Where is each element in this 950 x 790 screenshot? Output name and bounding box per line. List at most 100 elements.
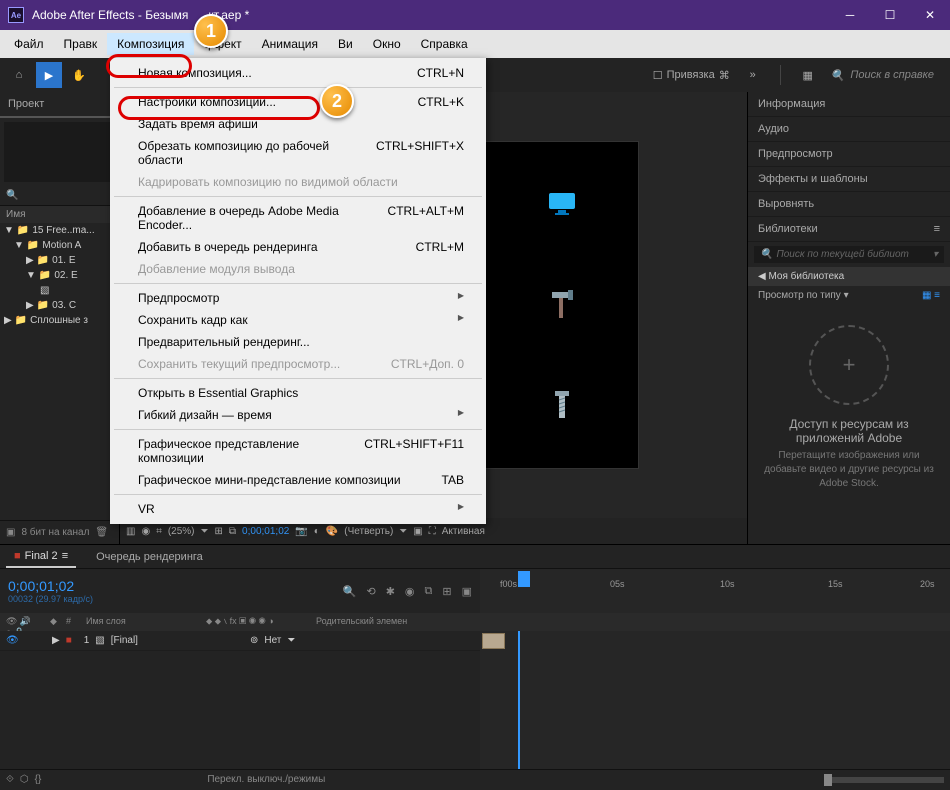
timeline-ruler[interactable]: f00s 05s 10s 15s 20s [480,569,950,591]
comp-layer-icon: ▧ [95,635,104,646]
bpc-button[interactable]: 8 бит на канал [21,527,89,538]
workspace-icon[interactable]: ▦ [795,62,821,88]
hand-tool[interactable]: ✋ [66,62,92,88]
playhead-line[interactable] [518,631,520,769]
menu-item[interactable]: Предпросмотр [110,287,486,309]
add-icon: + [809,325,889,405]
layer-clip[interactable] [482,633,505,649]
tl-icon[interactable]: ⟲ [366,585,375,598]
timeline-tab-render[interactable]: Очередь рендеринга [88,547,211,567]
library-dropzone[interactable]: + Доступ к ресурсам из приложений Adobe … [748,305,950,544]
visibility-toggle[interactable]: 👁 [6,635,46,646]
comp-footer-icon[interactable]: ⌗ [156,526,162,537]
library-select[interactable]: ◀ Моя библиотека [748,267,950,286]
project-column-name[interactable]: Имя [0,206,119,223]
menu-item[interactable]: Новая композиция...CTRL+N [110,62,486,84]
search-icon: 🔍 [760,249,772,260]
timeline-zoom-slider[interactable] [824,777,944,783]
active-camera[interactable]: Активная [442,526,485,537]
tl-icon[interactable]: ▣ [462,585,472,598]
comp-footer-icon[interactable]: ◉ [141,526,150,537]
new-bin-icon[interactable]: ▣ [6,527,15,538]
comp-footer-icon[interactable]: ◐ [314,526,320,537]
menu-item: Кадрировать композицию по видимой област… [110,171,486,193]
selection-tool[interactable]: ▶ [36,62,62,88]
library-search[interactable]: 🔍 Поиск по текущей библиот ▾ [754,246,944,263]
menu-view[interactable]: Ви [328,33,363,55]
tree-item[interactable]: ▶📁Сплошные з [0,313,119,328]
snapshot-icon[interactable]: 📷 [295,526,307,537]
tl-footer-icon[interactable]: ⟐ [6,774,14,785]
menu-item[interactable]: Добавление в очередь Adobe Media Encoder… [110,200,486,236]
menu-file[interactable]: Файл [4,33,54,55]
comp-footer-icon[interactable]: ▣ [413,526,422,537]
toolbar-expand-icon[interactable]: » [740,62,766,88]
menu-window[interactable]: Окно [363,33,411,55]
panel-preview[interactable]: Предпросмотр [748,142,950,167]
tree-item[interactable]: ▶📁03. C [0,298,119,313]
panel-effects[interactable]: Эффекты и шаблоны [748,167,950,192]
menu-edit[interactable]: Правк [54,33,108,55]
tree-item[interactable]: ▧ [0,283,119,298]
snap-toggle[interactable]: ☐Привязка⌘ [653,69,730,82]
tl-icon[interactable]: ⊞ [442,585,451,598]
toggle-switches-button[interactable]: Перекл. выключ./режимы [207,774,325,785]
library-filter[interactable]: Просмотр по типу ▾ ▦ ≡ [748,286,950,305]
tl-icon[interactable]: ◉ [405,585,415,598]
comp-timecode[interactable]: 0;00;01;02 [242,526,289,537]
menu-item[interactable]: VR [110,498,486,520]
tree-item[interactable]: ▼📁15 Free..ma... [0,223,119,238]
menu-item[interactable]: Настройки композиции...CTRL+K [110,91,486,113]
parent-pickwhip-icon[interactable]: ⊚ [250,635,258,646]
tl-icon[interactable]: ✱ [386,585,395,598]
panel-libraries[interactable]: Библиотеки≡ [748,217,950,242]
resolution-dropdown[interactable]: (Четверть) [344,526,393,537]
tree-item[interactable]: ▶📁01. E [0,253,119,268]
timeline-track-area[interactable] [480,631,950,769]
search-icon[interactable]: 🔍 [343,585,357,598]
close-button[interactable]: ✕ [910,0,950,30]
tl-icon[interactable]: ⧉ [425,585,433,598]
help-search[interactable]: 🔍 Поиск в справке [831,69,934,82]
project-tab[interactable]: Проект [0,92,119,118]
menu-item[interactable]: Гибкий дизайн — время [110,404,486,426]
menu-item[interactable]: Добавить в очередь рендерингаCTRL+M [110,236,486,258]
menu-item[interactable]: Обрезать композицию до рабочей областиCT… [110,135,486,171]
minimize-button[interactable]: ─ [830,0,870,30]
menu-item[interactable]: Открыть в Essential Graphics [110,382,486,404]
panel-audio[interactable]: Аудио [748,117,950,142]
menu-item[interactable]: Сохранить кадр как [110,309,486,331]
comp-footer-icon[interactable]: ⊞ [215,526,223,537]
comp-footer-icon[interactable]: ⧉ [229,526,236,537]
menu-item: Сохранить текущий предпросмотр...CTRL+До… [110,353,486,375]
app-logo: Ae [8,7,24,23]
comp-footer-icon[interactable]: ⛶ [429,526,436,537]
timeline-tab-active[interactable]: ■Final 2 ≡ [6,546,76,568]
timeline-layer-row[interactable]: 👁 ▶ ■ 1 ▧ [Final] ⊚ Нет ⏷ [0,631,480,651]
parent-dropdown[interactable]: Нет [264,635,281,646]
home-button[interactable]: ⌂ [6,62,32,88]
tl-footer-icon[interactable]: {} [35,774,42,785]
menu-item[interactable]: Графическое мини-представление композици… [110,469,486,491]
trash-icon[interactable]: 🗑 [95,527,108,538]
panel-info[interactable]: Информация [748,92,950,117]
menu-animation[interactable]: Анимация [252,33,328,55]
panel-menu-icon[interactable]: ≡ [934,223,940,235]
comp-footer-icon[interactable]: 🎨 [326,526,338,537]
comp-footer-icon[interactable]: ▥ [126,526,135,537]
timeline-tabs: ■Final 2 ≡ Очередь рендеринга [0,545,950,569]
tl-footer-icon[interactable]: ⬡ [20,774,29,785]
panel-align[interactable]: Выровнять [748,192,950,217]
project-panel: Проект 🔍 Имя ▼📁15 Free..ma... ▼📁Motion A… [0,92,120,544]
tree-item[interactable]: ▼📁Motion A [0,238,119,253]
menu-help[interactable]: Справка [411,33,478,55]
zoom-level[interactable]: (25%) [168,526,195,537]
menu-composition[interactable]: Композиция [107,33,194,55]
timeline-timecode[interactable]: 0;00;01;02 [8,578,93,594]
maximize-button[interactable]: ☐ [870,0,910,30]
annotation-callout-1: 1 [194,14,228,48]
menu-item[interactable]: Графическое представление композицииCTRL… [110,433,486,469]
menu-item[interactable]: Задать время афиши [110,113,486,135]
tree-item[interactable]: ▼📁02. E [0,268,119,283]
menu-item[interactable]: Предварительный рендеринг... [110,331,486,353]
